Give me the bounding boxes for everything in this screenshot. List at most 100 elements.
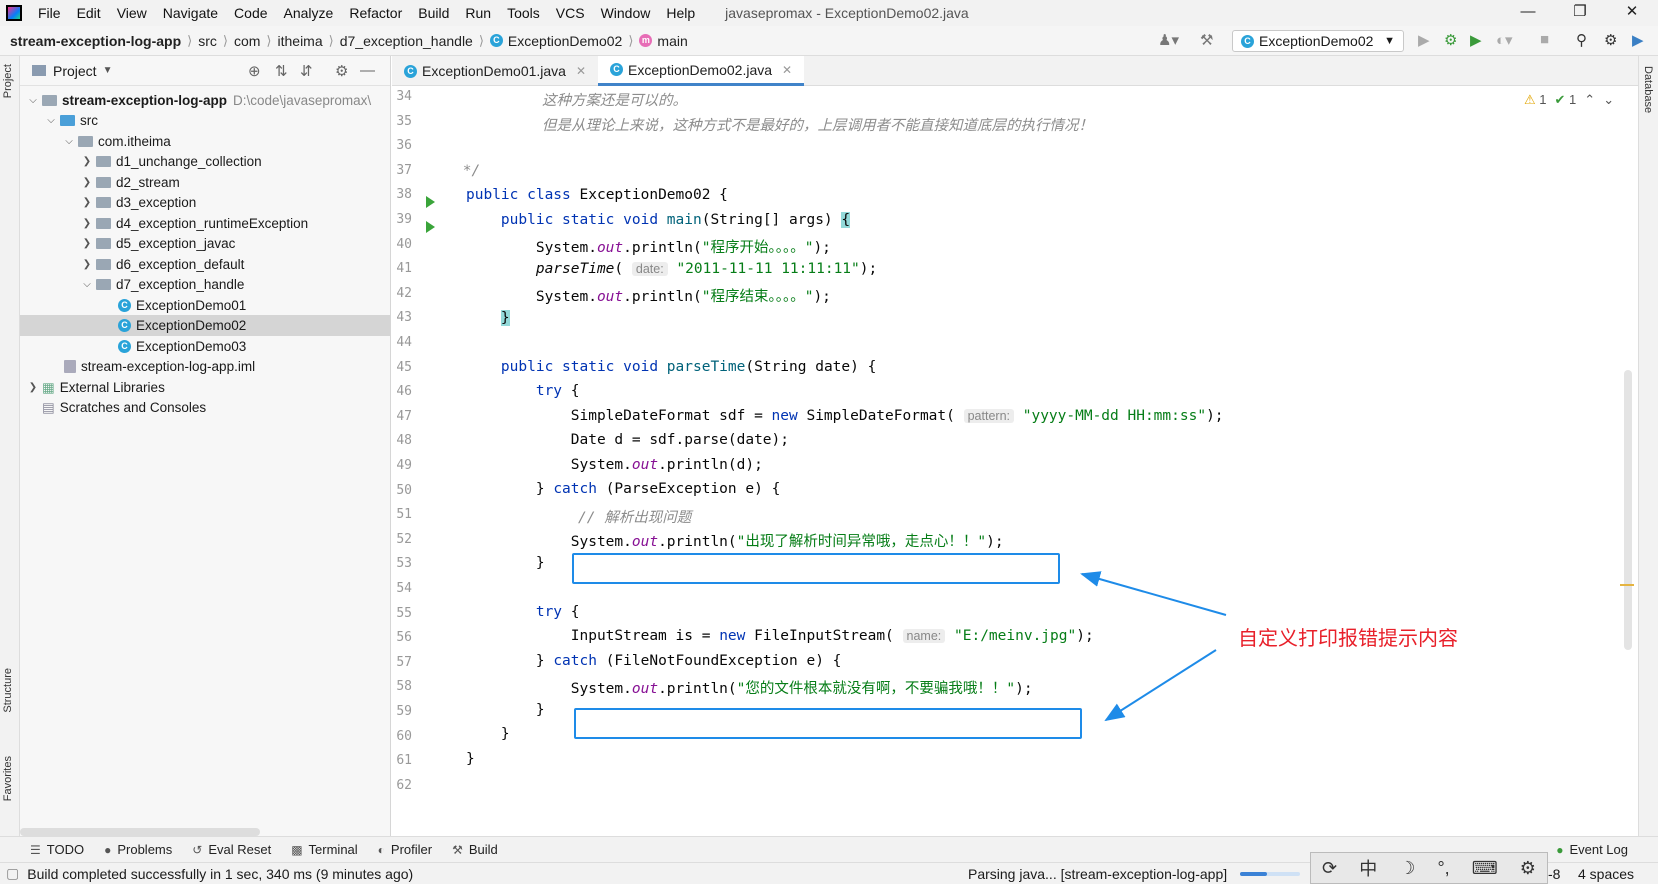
tree-item-package[interactable]: ⌵ com.itheima (20, 131, 390, 152)
project-panel-title[interactable]: Project (53, 63, 97, 79)
class-icon: C (118, 340, 131, 353)
problems-tool-button[interactable]: ● Problems (94, 842, 182, 857)
restore-icon[interactable]: ❐ (1554, 0, 1606, 26)
tree-item-folder[interactable]: ❯ d6_exception_default (20, 254, 390, 275)
ime-mode-icon[interactable]: ⟳ (1322, 858, 1337, 879)
menu-vcs[interactable]: VCS (548, 5, 593, 21)
profile-icon[interactable]: ◐▾ (1496, 31, 1513, 49)
run-gutter-icon[interactable] (426, 221, 435, 233)
tree-item-label: d5_exception_javac (116, 236, 236, 251)
coverage-icon[interactable]: ▶ (1470, 31, 1482, 49)
menu-help[interactable]: Help (658, 5, 703, 21)
hammer-icon[interactable]: ⚒ (1200, 31, 1213, 49)
keyboard-icon[interactable]: ⌨ (1472, 858, 1498, 879)
hide-icon[interactable]: — (360, 62, 375, 79)
package-icon (96, 156, 111, 167)
chevron-up-icon[interactable]: ⌃ (1584, 92, 1595, 108)
close-icon[interactable]: ✕ (782, 63, 792, 77)
profiler-tool-button[interactable]: ◐ Profiler (368, 842, 442, 857)
tree-item-folder[interactable]: ❯ d3_exception (20, 192, 390, 213)
encoding-label[interactable]: -8 (1548, 866, 1560, 882)
tree-item-folder[interactable]: ❯ d4_exception_runtimeException (20, 213, 390, 234)
gear-icon[interactable]: ⚙ (1520, 858, 1536, 879)
breadcrumb-project[interactable]: stream-exception-log-app (0, 33, 187, 49)
inspection-widget[interactable]: ⚠ 1 ✔ 1 ⌃ ⌄ (1524, 92, 1614, 108)
eval-reset-tool-button[interactable]: ↺ Eval Reset (182, 842, 281, 857)
tree-item-file[interactable]: C ExceptionDemo01 (20, 295, 390, 316)
indent-label[interactable]: 4 spaces (1578, 866, 1634, 882)
package-icon (96, 279, 111, 290)
minimize-icon[interactable]: — (1502, 0, 1554, 26)
status-message[interactable]: Build completed successfully in 1 sec, 3… (27, 866, 413, 882)
check-count[interactable]: ✔ 1 (1555, 92, 1577, 108)
menu-window[interactable]: Window (593, 5, 659, 21)
close-icon[interactable]: ✕ (576, 64, 586, 78)
background-task-label[interactable]: Parsing java... [stream-exception-log-ap… (968, 866, 1227, 882)
terminal-tool-button[interactable]: ▩ Terminal (281, 842, 367, 857)
breadcrumb-src[interactable]: src (192, 33, 223, 49)
menu-code[interactable]: Code (226, 5, 275, 21)
breadcrumb-itheima[interactable]: itheima (272, 33, 329, 49)
run-gutter-icon[interactable] (426, 196, 435, 208)
menu-tools[interactable]: Tools (499, 5, 548, 21)
tab-exceptiondemo02[interactable]: C ExceptionDemo02.java ✕ (598, 56, 805, 86)
structure-tool-button[interactable]: Structure (2, 668, 14, 713)
plugin-icon[interactable]: ▶ (1632, 31, 1644, 49)
search-icon[interactable]: ⚲ (1576, 31, 1587, 49)
build-tool-button[interactable]: ⚒ Build (442, 842, 508, 857)
tool-label: Event Log (1569, 842, 1628, 857)
favorites-tool-button[interactable]: Favorites (2, 756, 14, 801)
todo-tool-button[interactable]: ☰ TODO (20, 842, 94, 857)
run-config-select[interactable]: C ExceptionDemo02 ▼ (1232, 30, 1404, 52)
tab-exceptiondemo01[interactable]: C ExceptionDemo01.java ✕ (392, 56, 598, 86)
tree-item-iml[interactable]: stream-exception-log-app.iml (20, 356, 390, 377)
tree-item-file-selected[interactable]: C ExceptionDemo02 (20, 315, 390, 336)
menu-refactor[interactable]: Refactor (341, 5, 410, 21)
warning-count[interactable]: ⚠ 1 (1524, 92, 1547, 108)
warning-marker[interactable] (1620, 584, 1634, 586)
tree-item-src[interactable]: ⌵ src (20, 110, 390, 131)
menu-view[interactable]: View (109, 5, 155, 21)
breadcrumb-com[interactable]: com (228, 33, 266, 49)
close-icon[interactable]: ✕ (1606, 0, 1658, 26)
tree-item-folder[interactable]: ⌵ d7_exception_handle (20, 274, 390, 295)
gear-icon[interactable]: ⚙ (335, 62, 348, 80)
menu-file[interactable]: File (30, 5, 69, 21)
punctuation-icon[interactable]: °, (1437, 858, 1449, 879)
horizontal-scrollbar[interactable] (20, 828, 260, 836)
warning-icon: ⚠ (1524, 92, 1536, 107)
moon-icon[interactable]: ☽ (1399, 858, 1415, 879)
vertical-scrollbar[interactable] (1624, 370, 1632, 650)
expand-all-icon[interactable]: ⇅ (275, 62, 288, 80)
breadcrumb-method[interactable]: m main (633, 33, 693, 49)
menu-analyze[interactable]: Analyze (276, 5, 342, 21)
locate-icon[interactable]: ⊕ (248, 62, 261, 80)
settings-icon[interactable]: ⚙ (1604, 31, 1617, 49)
event-log-button[interactable]: ● Event Log (1546, 842, 1638, 857)
breadcrumb-class[interactable]: C ExceptionDemo02 (484, 33, 628, 49)
user-icon[interactable]: ♟▾ (1158, 31, 1179, 49)
string-literal: "程序开始。。。。" (701, 240, 814, 256)
menu-edit[interactable]: Edit (69, 5, 109, 21)
chevron-down-icon[interactable]: ⌄ (1603, 92, 1614, 108)
menu-build[interactable]: Build (410, 5, 457, 21)
tree-item-file[interactable]: C ExceptionDemo03 (20, 336, 390, 357)
collapse-all-icon[interactable]: ⇵ (300, 62, 313, 80)
tree-item-project-root[interactable]: ⌵ stream-exception-log-app D:\code\javasep… (20, 90, 390, 111)
chevron-down-icon[interactable]: ▼ (103, 65, 113, 76)
tree-item-folder[interactable]: ❯ d5_exception_javac (20, 233, 390, 254)
debug-icon[interactable]: ⚙ (1444, 31, 1457, 49)
tree-item-folder[interactable]: ❯ d2_stream (20, 172, 390, 193)
status-toggle-icon[interactable]: ▢ (6, 865, 19, 882)
menu-navigate[interactable]: Navigate (155, 5, 226, 21)
database-tool-button[interactable]: Database (1642, 66, 1654, 113)
stop-icon[interactable]: ■ (1540, 31, 1549, 48)
breadcrumb-package[interactable]: d7_exception_handle (334, 33, 479, 49)
menu-run[interactable]: Run (457, 5, 499, 21)
tree-item-scratches[interactable]: ▤ Scratches and Consoles (20, 397, 390, 418)
tree-item-external-libraries[interactable]: ❯ ▦ External Libraries (20, 377, 390, 398)
ime-language[interactable]: 中 (1359, 855, 1377, 881)
project-tool-button[interactable]: Project (2, 64, 14, 98)
run-icon[interactable]: ▶ (1418, 31, 1430, 49)
tree-item-folder[interactable]: ❯ d1_unchange_collection (20, 151, 390, 172)
